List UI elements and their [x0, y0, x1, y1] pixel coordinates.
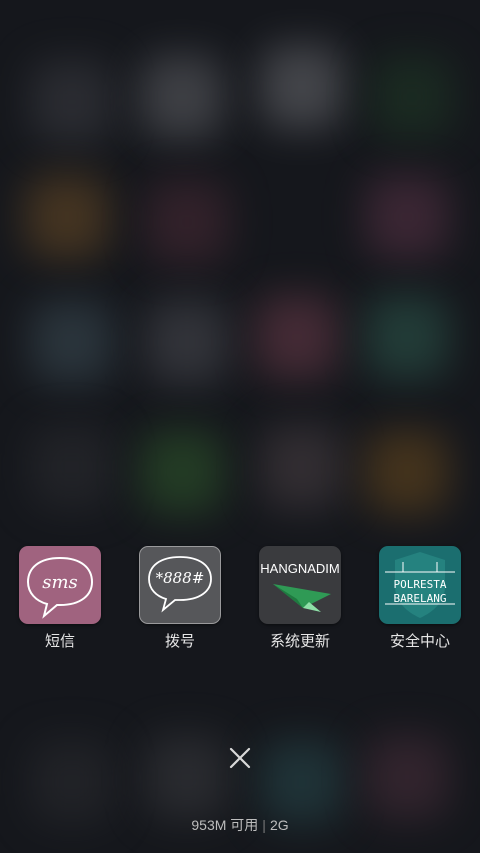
recent-app-system-update[interactable]: HANGNADIM 系统更新 [258, 546, 342, 656]
dialer-icon-text: *888# [156, 569, 205, 587]
dialer-icon[interactable]: *888# [139, 546, 221, 624]
security-center-icon-text-1: POLRESTA [394, 578, 447, 591]
system-update-icon-text: HANGNADIM [260, 561, 339, 576]
blurred-home-background [0, 0, 480, 853]
app-label-sms: 短信 [44, 632, 75, 650]
system-update-icon[interactable]: HANGNADIM [259, 546, 341, 624]
sms-icon-text: sms [42, 572, 78, 593]
sms-icon[interactable]: sms [19, 546, 101, 624]
memory-available: 953M 可用 [191, 817, 259, 833]
recent-app-security-center[interactable]: POLRESTA BARELANG 安全中心 [378, 546, 462, 656]
close-icon [229, 747, 251, 769]
app-label-dialer: 拨号 [164, 632, 195, 650]
memory-total: 2G [269, 817, 289, 833]
memory-status: 953M 可用 | 2G [0, 815, 480, 835]
recent-app-sms[interactable]: sms 短信 [18, 546, 102, 656]
security-center-icon[interactable]: POLRESTA BARELANG [379, 546, 461, 624]
recent-app-dialer[interactable]: *888# 拨号 [138, 546, 222, 656]
app-label-system-update: 系统更新 [269, 632, 330, 650]
close-all-button[interactable] [222, 740, 258, 776]
memory-separator: | [262, 817, 266, 833]
app-label-security-center: 安全中心 [389, 632, 450, 650]
recent-apps-row: sms 短信 *888# 拨号 HANGNADIM 系统更新 POLRESTA … [0, 546, 480, 666]
security-center-icon-text-2: BARELANG [394, 592, 447, 605]
